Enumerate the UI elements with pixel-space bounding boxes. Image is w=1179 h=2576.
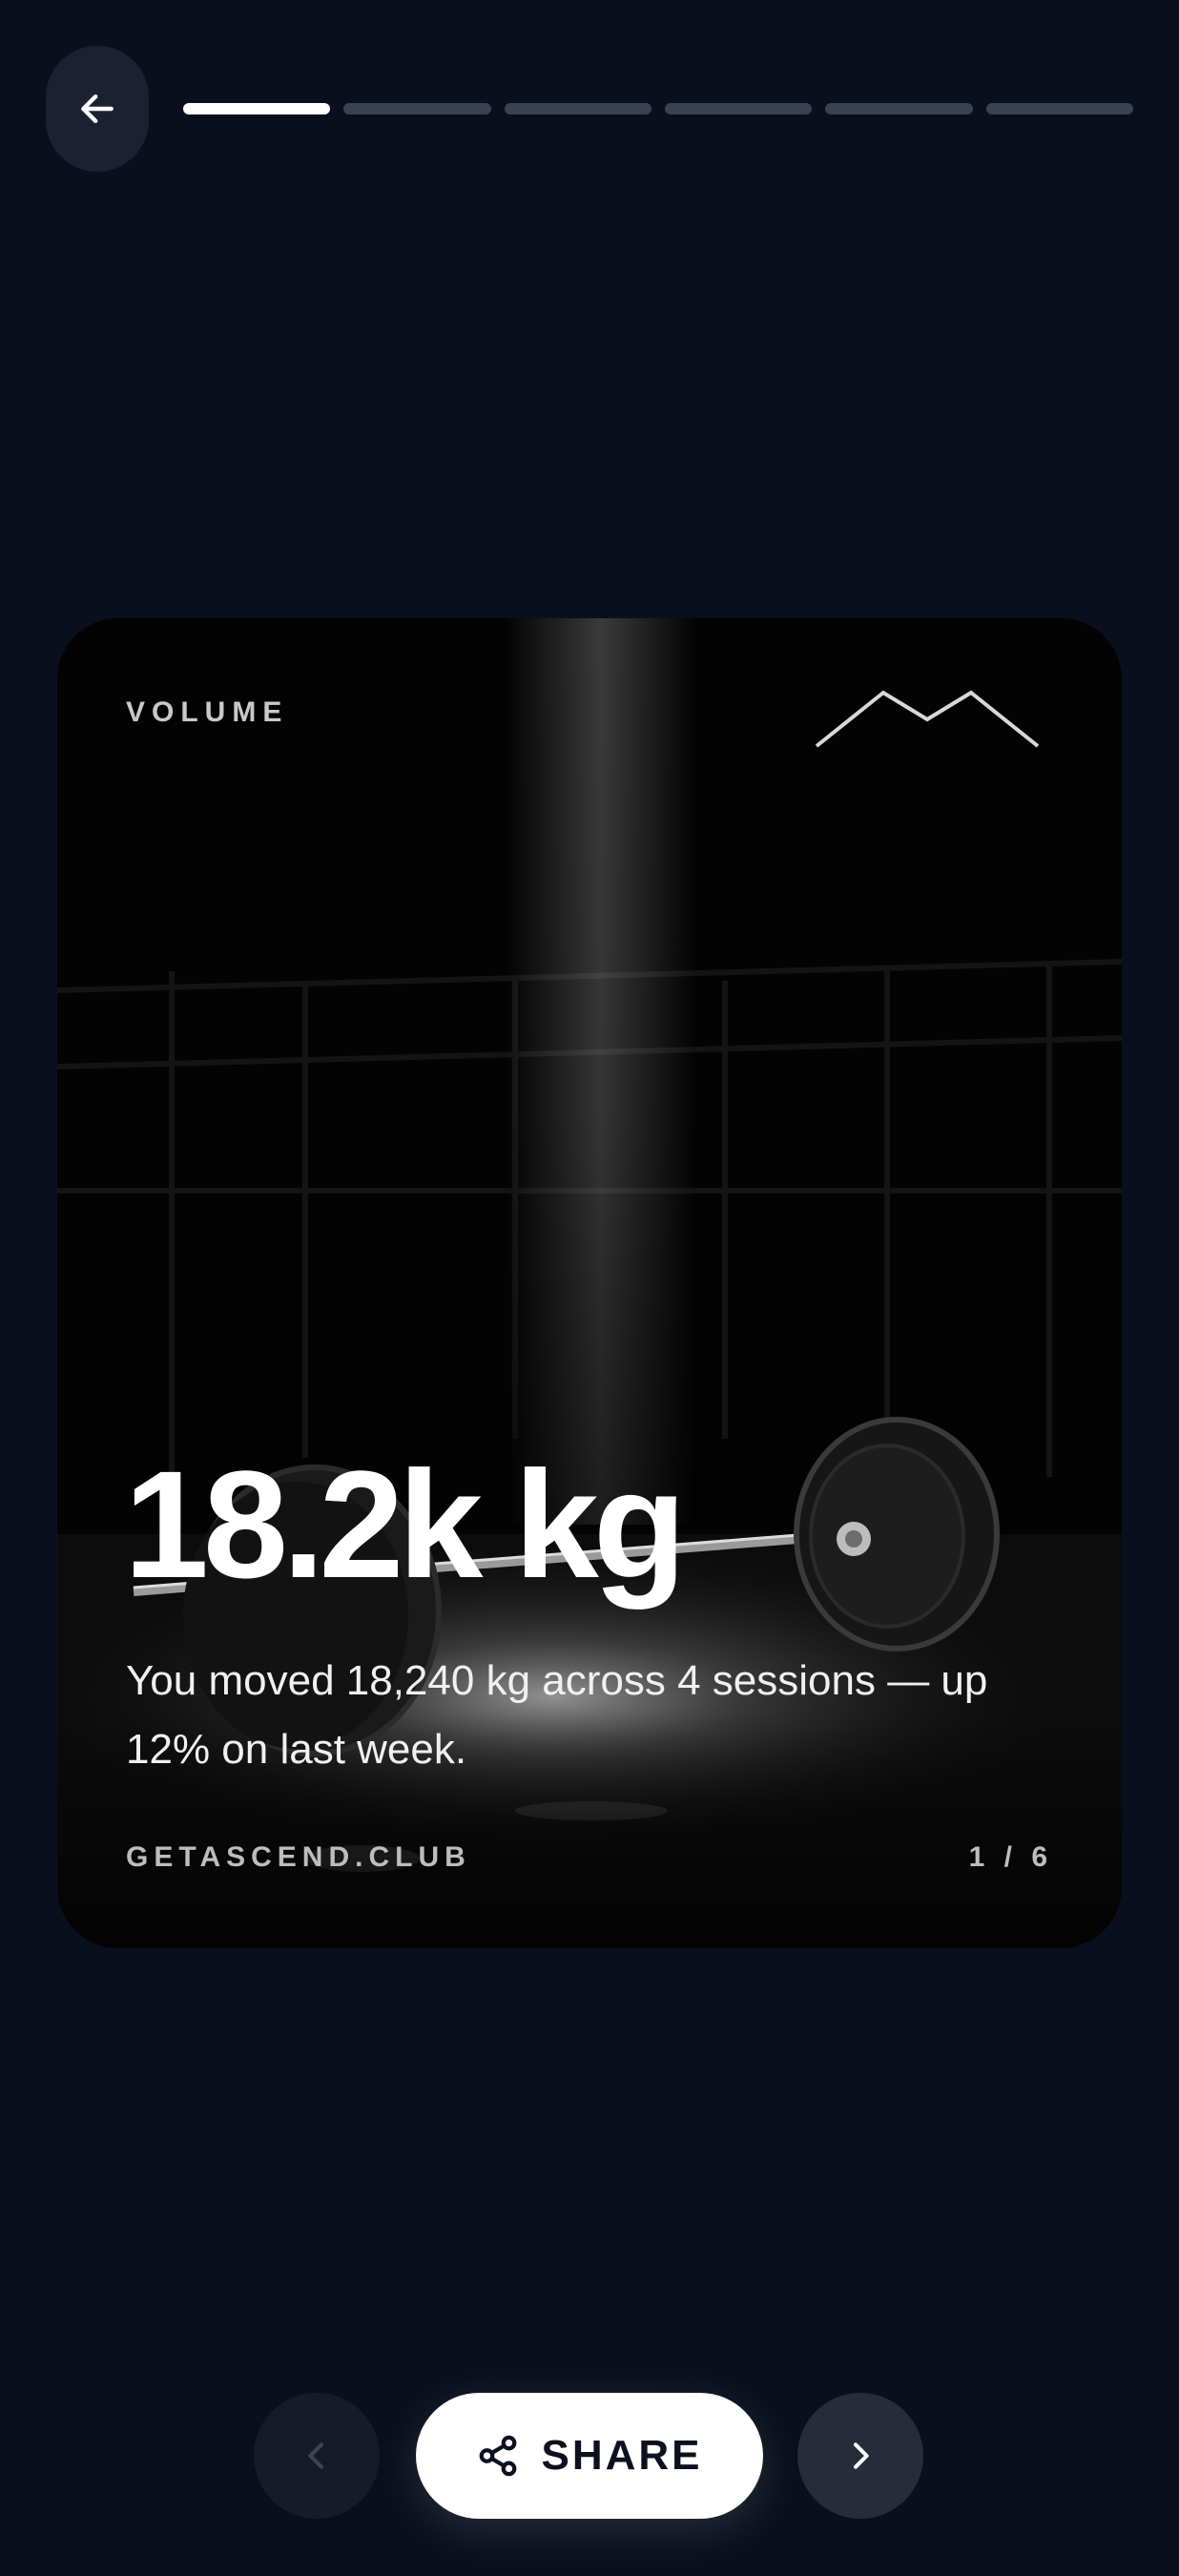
progress-segment-5 bbox=[825, 103, 973, 114]
progress-segment-1 bbox=[183, 103, 331, 114]
brand-domain: GETASCEND.CLUB bbox=[126, 1841, 471, 1873]
progress-segment-6 bbox=[985, 103, 1133, 114]
progress-segment-4 bbox=[664, 103, 813, 114]
previous-button[interactable] bbox=[254, 2393, 380, 2519]
progress-segment-2 bbox=[343, 103, 491, 114]
arrow-left-icon bbox=[81, 93, 114, 124]
chevron-right-icon bbox=[854, 2442, 869, 2469]
story-progress-bar bbox=[183, 103, 1133, 114]
card-category-label: VOLUME bbox=[126, 696, 289, 728]
chevron-left-icon bbox=[308, 2442, 323, 2469]
mountain-peaks-icon bbox=[815, 690, 1040, 748]
share-button[interactable]: SHARE bbox=[416, 2393, 763, 2519]
share-button-label: SHARE bbox=[541, 2432, 703, 2479]
story-screen: VOLUME 18.2k kg You moved 18,240 kg acro… bbox=[0, 0, 1179, 2576]
progress-segment-3 bbox=[504, 103, 652, 114]
stat-card: VOLUME 18.2k kg You moved 18,240 kg acro… bbox=[57, 618, 1122, 1948]
next-button[interactable] bbox=[797, 2393, 923, 2519]
volume-stat: 18.2k kg bbox=[124, 1439, 687, 1610]
volume-description: You moved 18,240 kg across 4 sessions — … bbox=[126, 1657, 988, 1773]
share-icon bbox=[480, 2435, 517, 2477]
back-button[interactable] bbox=[46, 46, 149, 172]
card-pager: 1 / 6 bbox=[968, 1841, 1053, 1873]
